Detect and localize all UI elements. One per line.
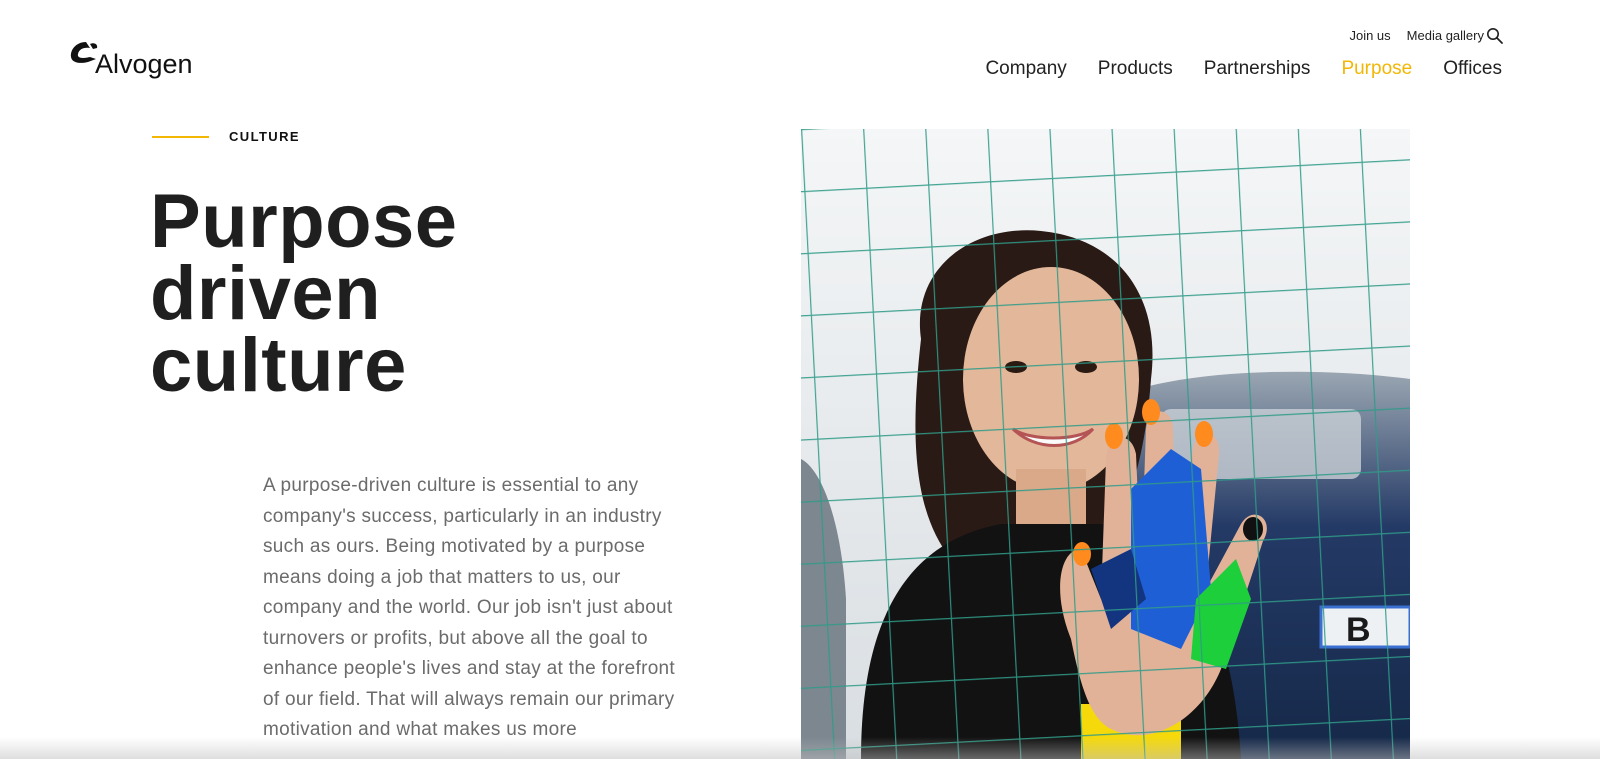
svg-text:Alvogen: Alvogen: [95, 49, 193, 79]
alvogen-logo-mark: Alvogen: [70, 42, 193, 79]
woman-painted-hand-illustration: B: [801, 129, 1410, 759]
hero-photo: B: [801, 129, 1410, 759]
main-nav: Company Products Partnerships Purpose Of…: [985, 58, 1502, 80]
utility-nav: Join us Media gallery: [1349, 28, 1484, 43]
nav-purpose[interactable]: Purpose: [1341, 58, 1412, 80]
join-us-link[interactable]: Join us: [1349, 28, 1390, 43]
nav-company[interactable]: Company: [985, 58, 1066, 80]
nav-partnerships[interactable]: Partnerships: [1204, 58, 1311, 80]
page-title: Purpose driven culture: [150, 179, 670, 408]
eyebrow-divider: [152, 135, 209, 138]
page-title-line: driven: [150, 251, 382, 336]
page-title-line: Purpose: [150, 179, 458, 264]
section-eyebrow: CULTURE: [152, 129, 300, 144]
alvogen-logo[interactable]: Alvogen: [68, 36, 228, 80]
intro-paragraph: A purpose-driven culture is essential to…: [263, 475, 676, 740]
nav-products[interactable]: Products: [1098, 58, 1173, 80]
nav-offices[interactable]: Offices: [1443, 58, 1502, 80]
page-title-line: culture: [150, 323, 407, 408]
media-gallery-link[interactable]: Media gallery: [1407, 28, 1484, 43]
eyebrow-label: CULTURE: [229, 129, 300, 144]
search-icon[interactable]: [1486, 27, 1504, 45]
